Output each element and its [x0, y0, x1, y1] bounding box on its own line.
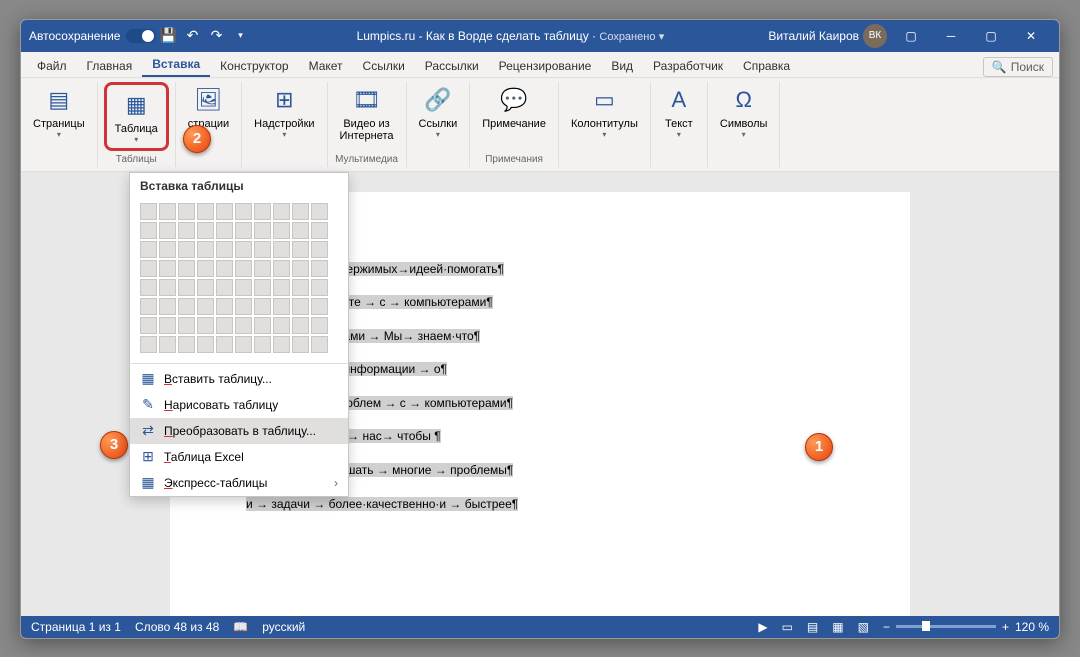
textbox-icon: A [663, 84, 695, 116]
quick-tables-item[interactable]: ▦Экспресс-таблицы› [130, 470, 348, 496]
window-title: Lumpics.ru - Как в Ворде сделать таблицу… [252, 29, 768, 43]
tab-developer[interactable]: Разработчик [643, 55, 733, 77]
video-button[interactable]: 🎞Видео из Интернета [334, 82, 400, 144]
close-button[interactable]: ✕ [1011, 20, 1051, 52]
links-button[interactable]: 🔗Ссылки▾ [413, 82, 464, 141]
tab-insert[interactable]: Вставка [142, 53, 210, 77]
web-view-icon[interactable]: ▧ [858, 620, 869, 634]
tab-references[interactable]: Ссылки [353, 55, 415, 77]
header-icon: ▭ [588, 84, 620, 116]
group-tables: Таблицы [116, 154, 157, 167]
tab-home[interactable]: Главная [77, 55, 143, 77]
convert-to-table-item[interactable]: ⇄Преобразовать в таблицу... [130, 418, 348, 444]
tab-help[interactable]: Справка [733, 55, 800, 77]
zoom-out-icon[interactable]: − [883, 620, 890, 634]
group-media: Мультимедиа [335, 154, 398, 167]
insert-table-item[interactable]: ▦Вставить таблицу... [130, 366, 348, 392]
addin-icon: ⊞ [268, 84, 300, 116]
callout-2: 2 [183, 125, 211, 153]
chevron-right-icon: › [334, 476, 338, 490]
comment-button[interactable]: 💬Примечание [476, 82, 552, 132]
read-view-icon[interactable]: ▤ [807, 620, 818, 634]
text-button[interactable]: AТекст▾ [657, 82, 701, 141]
tab-view[interactable]: Вид [601, 55, 643, 77]
group-comments: Примечания [485, 154, 543, 167]
tab-mailings[interactable]: Рассылки [415, 55, 489, 77]
zoom-control[interactable]: − + 120 % [883, 620, 1049, 634]
user-name: Виталий Каиров [768, 29, 859, 43]
undo-icon[interactable]: ↶ [180, 24, 204, 48]
table-icon: ▦ [120, 89, 152, 121]
addins-button[interactable]: ⊞Надстройки▾ [248, 82, 320, 141]
save-icon[interactable]: 💾 [156, 24, 180, 48]
autosave-label: Автосохранение [29, 29, 120, 43]
link-icon: 🔗 [422, 84, 454, 116]
excel-table-item[interactable]: ⊞Таблица Excel [130, 444, 348, 470]
maximize-button[interactable]: ▢ [971, 20, 1011, 52]
spellcheck-icon[interactable]: 📖 [233, 620, 248, 634]
tab-layout[interactable]: Макет [299, 55, 353, 77]
search-icon: 🔍 [992, 60, 1007, 74]
search-placeholder: Поиск [1011, 60, 1044, 74]
quick-icon: ▦ [140, 475, 156, 491]
excel-icon: ⊞ [140, 449, 156, 465]
macro-icon[interactable]: ▶ [758, 620, 767, 634]
table-grid-icon: ▦ [140, 371, 156, 387]
ribbon-tabs: Файл Главная Вставка Конструктор Макет С… [21, 52, 1059, 78]
table-dropdown: Вставка таблицы ▦Вставить таблицу... ✎На… [129, 172, 349, 497]
symbol-icon: Ω [728, 84, 760, 116]
user-avatar[interactable]: ВК [863, 24, 887, 48]
ribbon-options-icon[interactable]: ▢ [891, 20, 931, 52]
tab-design[interactable]: Конструктор [210, 55, 298, 77]
callout-3: 3 [100, 431, 128, 459]
zoom-value[interactable]: 120 % [1015, 620, 1049, 634]
word-count[interactable]: Слово 48 из 48 [135, 620, 219, 634]
pencil-icon: ✎ [140, 397, 156, 413]
headers-button[interactable]: ▭Колонтитулы▾ [565, 82, 644, 141]
print-view-icon[interactable]: ▦ [832, 620, 843, 634]
page-icon: ▤ [43, 84, 75, 116]
page-indicator[interactable]: Страница 1 из 1 [31, 620, 121, 634]
comment-icon: 💬 [498, 84, 530, 116]
focus-view-icon[interactable]: ▭ [782, 620, 793, 634]
zoom-in-icon[interactable]: + [1002, 620, 1009, 634]
status-bar: Страница 1 из 1 Слово 48 из 48 📖 русский… [21, 616, 1059, 638]
minimize-button[interactable]: ─ [931, 20, 971, 52]
language-indicator[interactable]: русский [262, 620, 305, 634]
tab-file[interactable]: Файл [27, 55, 77, 77]
zoom-slider[interactable] [896, 625, 996, 628]
table-button[interactable]: ▦Таблица▾ [109, 87, 164, 146]
table-grid-picker[interactable] [130, 199, 348, 361]
redo-icon[interactable]: ↷ [204, 24, 228, 48]
toggle-switch[interactable] [126, 29, 156, 43]
qat-dropdown-icon[interactable]: ▾ [228, 24, 252, 48]
autosave-toggle[interactable]: Автосохранение [29, 29, 156, 43]
dropdown-title: Вставка таблицы [130, 173, 348, 199]
callout-1: 1 [805, 433, 833, 461]
image-icon: 🖼 [192, 84, 224, 116]
convert-icon: ⇄ [140, 423, 156, 439]
tab-review[interactable]: Рецензирование [489, 55, 602, 77]
video-icon: 🎞 [351, 84, 383, 116]
symbols-button[interactable]: ΩСимволы▾ [714, 82, 774, 141]
pages-button[interactable]: ▤Страницы▾ [27, 82, 91, 141]
title-bar: Автосохранение 💾 ↶ ↷ ▾ Lumpics.ru - Как … [21, 20, 1059, 52]
draw-table-item[interactable]: ✎Нарисовать таблицу [130, 392, 348, 418]
search-input[interactable]: 🔍 Поиск [983, 57, 1053, 77]
ribbon: ▤Страницы▾ ▦Таблица▾ Таблицы 🖼страции▾ ⊞… [21, 78, 1059, 172]
